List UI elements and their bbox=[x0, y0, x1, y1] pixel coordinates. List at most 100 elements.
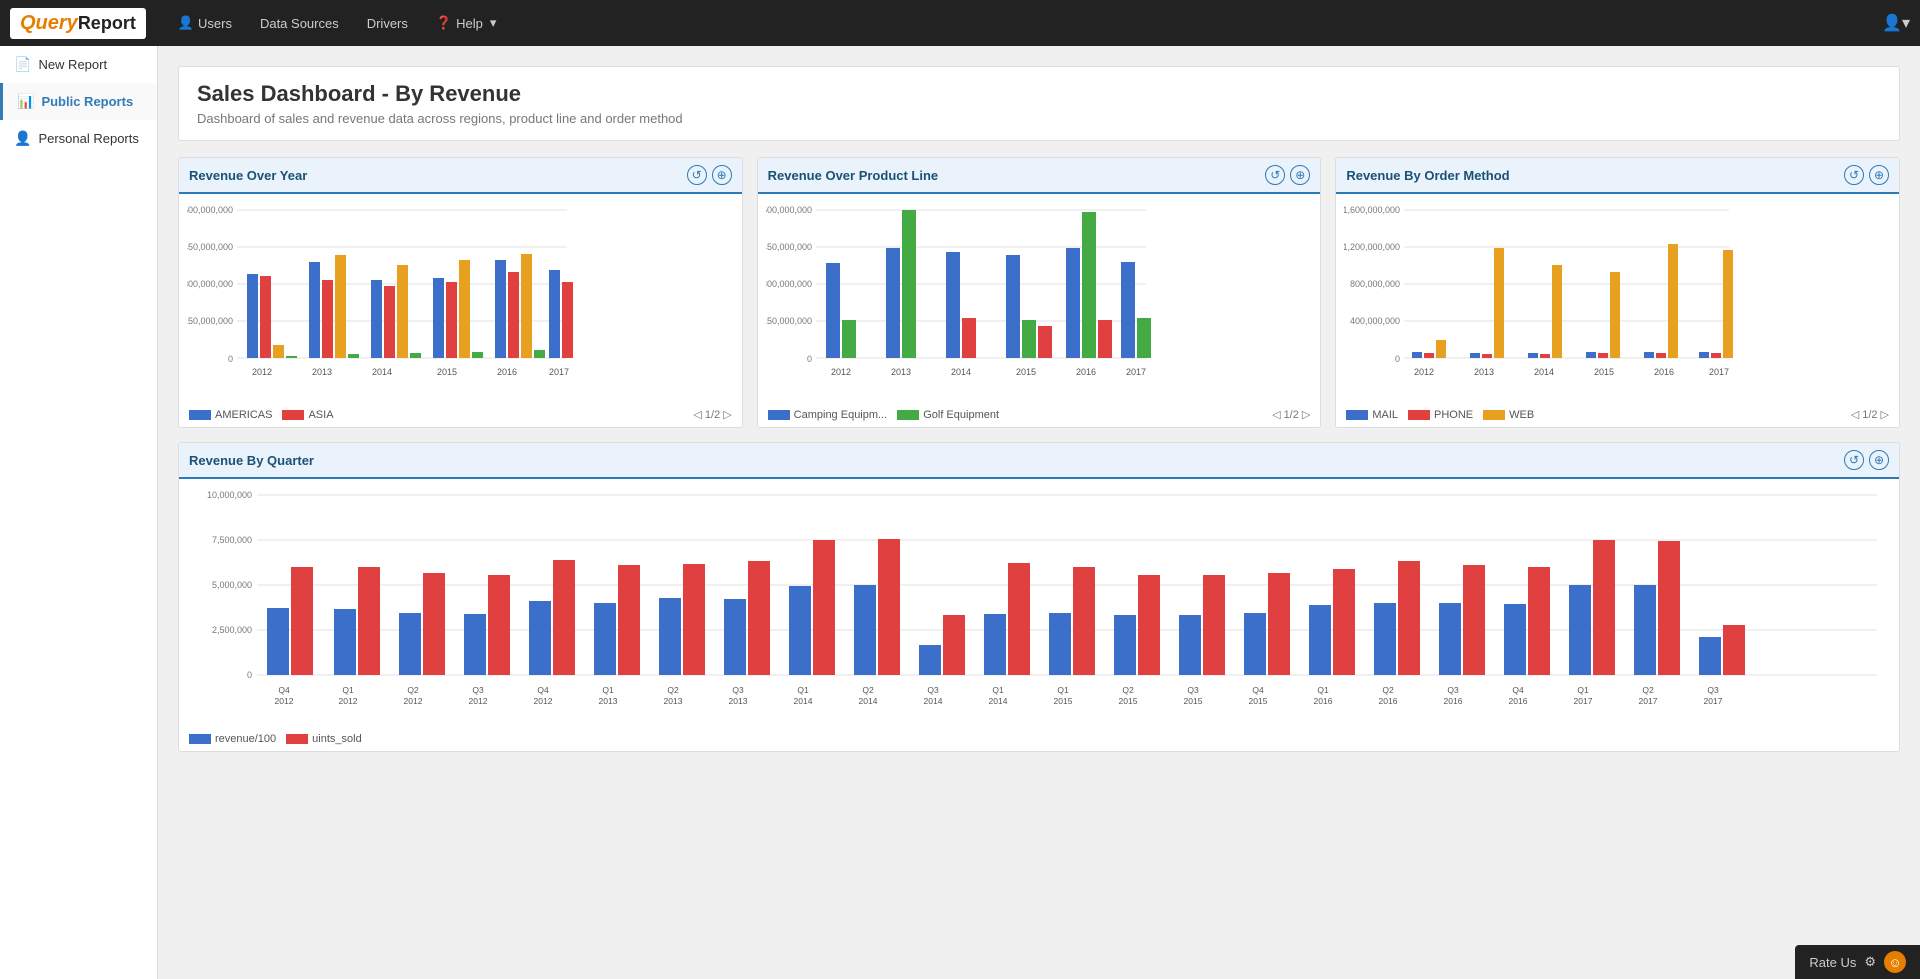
svg-text:2016: 2016 bbox=[1076, 367, 1096, 377]
svg-text:0: 0 bbox=[247, 670, 252, 680]
svg-text:2015: 2015 bbox=[1594, 367, 1614, 377]
svg-text:2016: 2016 bbox=[1379, 696, 1398, 706]
brand-q: Query bbox=[20, 12, 78, 35]
chart-header-product: Revenue Over Product Line ↺ ⊕ bbox=[758, 158, 1321, 194]
svg-text:10,000,000: 10,000,000 bbox=[207, 490, 252, 500]
chart-svg-product: 600,000,000 450,000,000 300,000,000 150,… bbox=[766, 200, 1156, 400]
nav-help[interactable]: ❓ Help bbox=[424, 9, 508, 37]
svg-text:2012: 2012 bbox=[534, 696, 553, 706]
svg-text:2017: 2017 bbox=[1704, 696, 1723, 706]
new-report-icon: 📄 bbox=[14, 56, 31, 73]
refresh-btn-quarter[interactable]: ↺ bbox=[1844, 450, 1864, 470]
legend-golf: Golf Equipment bbox=[897, 409, 999, 421]
prev-page-order-icon[interactable]: ◁ bbox=[1851, 408, 1859, 421]
svg-text:400,000,000: 400,000,000 bbox=[1350, 316, 1400, 326]
svg-text:2014: 2014 bbox=[1534, 367, 1554, 377]
legend-camping: Camping Equipm... bbox=[768, 409, 888, 421]
settings-btn-revenue-year[interactable]: ⊕ bbox=[712, 165, 732, 185]
settings-btn-quarter[interactable]: ⊕ bbox=[1869, 450, 1889, 470]
next-page-icon[interactable]: ▷ bbox=[723, 408, 731, 421]
svg-text:2012: 2012 bbox=[831, 367, 851, 377]
svg-text:2013: 2013 bbox=[1474, 367, 1494, 377]
svg-text:Q4: Q4 bbox=[1512, 685, 1524, 695]
chart-title-quarter: Revenue By Quarter bbox=[189, 453, 314, 468]
svg-text:Q3: Q3 bbox=[1187, 685, 1199, 695]
legend-color-asia bbox=[282, 410, 304, 420]
svg-text:Q4: Q4 bbox=[537, 685, 549, 695]
chart-legend-quarter: revenue/100 uints_sold bbox=[179, 729, 1899, 751]
refresh-btn-order[interactable]: ↺ bbox=[1844, 165, 1864, 185]
svg-text:2014: 2014 bbox=[989, 696, 1008, 706]
dashboard-title: Sales Dashboard - By Revenue bbox=[197, 81, 1881, 107]
svg-text:2012: 2012 bbox=[275, 696, 294, 706]
svg-text:2017: 2017 bbox=[549, 367, 569, 377]
legend-color-americas bbox=[189, 410, 211, 420]
svg-text:2017: 2017 bbox=[1639, 696, 1658, 706]
refresh-btn-product[interactable]: ↺ bbox=[1265, 165, 1285, 185]
chart-header-order: Revenue By Order Method ↺ ⊕ bbox=[1336, 158, 1899, 194]
next-page-product-icon[interactable]: ▷ bbox=[1302, 408, 1310, 421]
svg-text:2016: 2016 bbox=[1509, 696, 1528, 706]
chart-actions-quarter: ↺ ⊕ bbox=[1844, 450, 1889, 470]
chart-title-order: Revenue By Order Method bbox=[1346, 168, 1509, 183]
nav-links: 👤 Users Data Sources Drivers ❓ Help bbox=[166, 9, 1882, 37]
sidebar-item-new-report[interactable]: 📄 New Report bbox=[0, 46, 157, 83]
refresh-btn-revenue-year[interactable]: ↺ bbox=[687, 165, 707, 185]
nav-users[interactable]: 👤 Users bbox=[166, 9, 244, 37]
svg-text:Q2: Q2 bbox=[1382, 685, 1394, 695]
nav-data-sources[interactable]: Data Sources bbox=[248, 9, 351, 37]
sidebar-item-public-reports[interactable]: 📊 Public Reports bbox=[0, 83, 157, 120]
legend-americas: AMERICAS bbox=[189, 409, 272, 421]
svg-text:300,000,000: 300,000,000 bbox=[187, 279, 233, 289]
svg-text:450,000,000: 450,000,000 bbox=[766, 242, 812, 252]
svg-text:2015: 2015 bbox=[1054, 696, 1073, 706]
svg-text:0: 0 bbox=[1395, 354, 1400, 364]
svg-text:2015: 2015 bbox=[437, 367, 457, 377]
chart-title-product: Revenue Over Product Line bbox=[768, 168, 939, 183]
chart-body-quarter: 10,000,000 7,500,000 5,000,000 2,500,000… bbox=[179, 479, 1899, 729]
svg-text:2013: 2013 bbox=[664, 696, 683, 706]
svg-text:450,000,000: 450,000,000 bbox=[187, 242, 233, 252]
chart-body-order: 1,600,000,000 1,200,000,000 800,000,000 … bbox=[1336, 194, 1899, 404]
svg-text:Q3: Q3 bbox=[732, 685, 744, 695]
main-content: Sales Dashboard - By Revenue Dashboard o… bbox=[158, 46, 1920, 979]
next-page-order-icon[interactable]: ▷ bbox=[1881, 408, 1889, 421]
svg-text:150,000,000: 150,000,000 bbox=[766, 316, 812, 326]
svg-text:Q3: Q3 bbox=[1447, 685, 1459, 695]
svg-text:2013: 2013 bbox=[599, 696, 618, 706]
svg-text:2016: 2016 bbox=[497, 367, 517, 377]
legend-units-sold: uints_sold bbox=[286, 733, 362, 745]
legend-nav-year: ◁ 1/2 ▷ bbox=[693, 408, 731, 421]
prev-page-product-icon[interactable]: ◁ bbox=[1272, 408, 1280, 421]
nav-user-menu[interactable]: 👤▾ bbox=[1882, 13, 1910, 33]
settings-btn-product[interactable]: ⊕ bbox=[1290, 165, 1310, 185]
chart-grid-top: Revenue Over Year ↺ ⊕ 600,000,000 450,00… bbox=[178, 157, 1900, 428]
dashboard-header: Sales Dashboard - By Revenue Dashboard o… bbox=[178, 66, 1900, 141]
legend-color-camping bbox=[768, 410, 790, 420]
chart-body-product: 600,000,000 450,000,000 300,000,000 150,… bbox=[758, 194, 1321, 404]
settings-btn-order[interactable]: ⊕ bbox=[1869, 165, 1889, 185]
top-navigation: QueryReport 👤 Users Data Sources Drivers… bbox=[0, 0, 1920, 46]
svg-text:Q2: Q2 bbox=[862, 685, 874, 695]
svg-text:Q2: Q2 bbox=[1642, 685, 1654, 695]
brand-logo[interactable]: QueryReport bbox=[10, 8, 146, 39]
chart-title-revenue-year: Revenue Over Year bbox=[189, 168, 307, 183]
dashboard-subtitle: Dashboard of sales and revenue data acro… bbox=[197, 111, 1881, 126]
legend-color-phone bbox=[1408, 410, 1430, 420]
chart-actions-order: ↺ ⊕ bbox=[1844, 165, 1889, 185]
svg-text:2012: 2012 bbox=[1414, 367, 1434, 377]
prev-page-icon[interactable]: ◁ bbox=[693, 408, 701, 421]
svg-text:Q1: Q1 bbox=[602, 685, 614, 695]
svg-text:600,000,000: 600,000,000 bbox=[187, 205, 233, 215]
svg-text:Q1: Q1 bbox=[1577, 685, 1589, 695]
user-account-icon: 👤▾ bbox=[1882, 15, 1910, 32]
svg-text:150,000,000: 150,000,000 bbox=[187, 316, 233, 326]
nav-drivers[interactable]: Drivers bbox=[355, 9, 420, 37]
svg-text:300,000,000: 300,000,000 bbox=[766, 279, 812, 289]
chart-body-revenue-year: 600,000,000 450,000,000 300,000,000 150,… bbox=[179, 194, 742, 404]
sidebar-item-personal-reports[interactable]: 👤 Personal Reports bbox=[0, 120, 157, 157]
rate-us-footer[interactable]: Rate Us ⚙ ☺ bbox=[1795, 945, 1920, 979]
svg-text:2012: 2012 bbox=[339, 696, 358, 706]
svg-text:2014: 2014 bbox=[951, 367, 971, 377]
svg-text:2015: 2015 bbox=[1119, 696, 1138, 706]
